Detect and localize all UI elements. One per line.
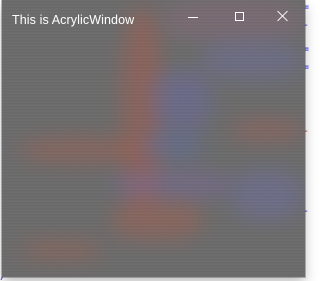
window-title: This is AcrylicWindow xyxy=(12,13,135,27)
maximize-icon xyxy=(234,11,244,21)
close-button[interactable] xyxy=(260,0,305,32)
title-bar[interactable]: This is AcrylicWindow xyxy=(2,0,305,38)
close-icon xyxy=(277,10,289,22)
minimize-button[interactable] xyxy=(170,0,216,32)
maximize-button[interactable] xyxy=(216,0,262,32)
acrylic-backdrop xyxy=(2,0,305,277)
minimize-icon xyxy=(188,16,198,18)
acrylic-window: This is AcrylicWindow xyxy=(2,0,305,277)
